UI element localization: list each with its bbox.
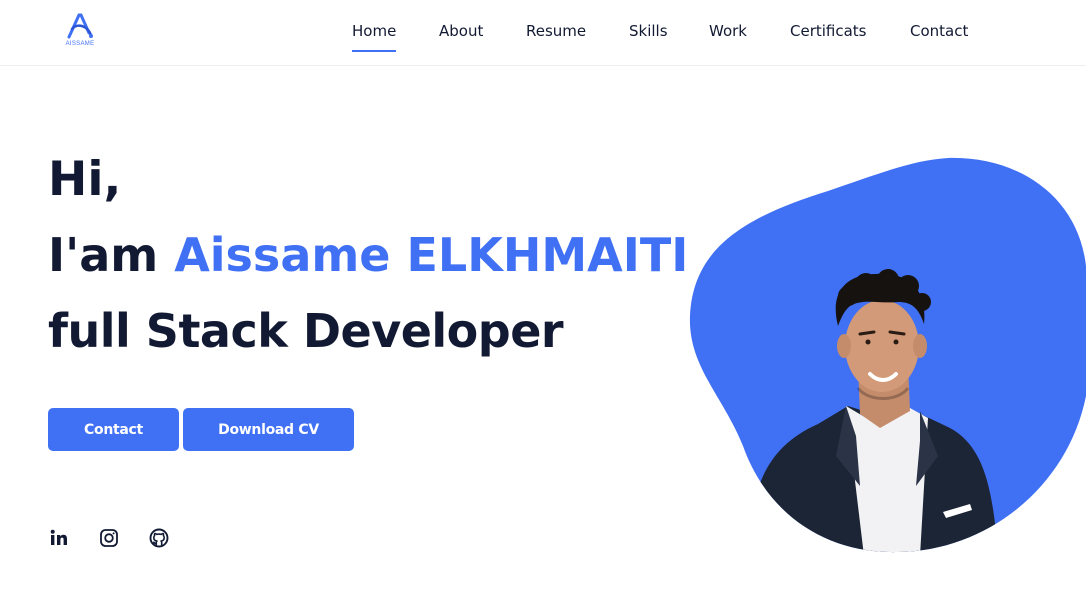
logo-icon bbox=[67, 13, 93, 39]
nav-about[interactable]: About bbox=[439, 22, 483, 40]
download-cv-button[interactable]: Download CV bbox=[183, 408, 354, 451]
instagram-icon[interactable] bbox=[98, 527, 120, 549]
logo[interactable]: AISSAME bbox=[62, 11, 98, 51]
nav-certificats[interactable]: Certificats bbox=[790, 22, 867, 40]
hero-intro-line: I'am Aissame ELKHMAITI bbox=[48, 228, 688, 282]
nav-home[interactable]: Home bbox=[352, 22, 397, 52]
linkedin-icon[interactable] bbox=[48, 527, 70, 549]
nav-work[interactable]: Work bbox=[709, 22, 747, 40]
hero-role: full Stack Developer bbox=[48, 304, 564, 358]
nav-resume[interactable]: Resume bbox=[526, 22, 586, 40]
profile-photo bbox=[688, 156, 1086, 556]
logo-text: AISSAME bbox=[65, 41, 95, 47]
github-icon[interactable] bbox=[148, 527, 170, 549]
hero-name: Aissame ELKHMAITI bbox=[174, 228, 689, 282]
hero-greeting: Hi, bbox=[48, 152, 122, 207]
hero-intro: I'am bbox=[48, 228, 175, 282]
nav-contact[interactable]: Contact bbox=[910, 22, 968, 40]
nav-skills[interactable]: Skills bbox=[629, 22, 668, 40]
contact-button[interactable]: Contact bbox=[48, 408, 179, 451]
site-header: AISSAME Home About Resume Skills Work Ce… bbox=[0, 0, 1086, 66]
